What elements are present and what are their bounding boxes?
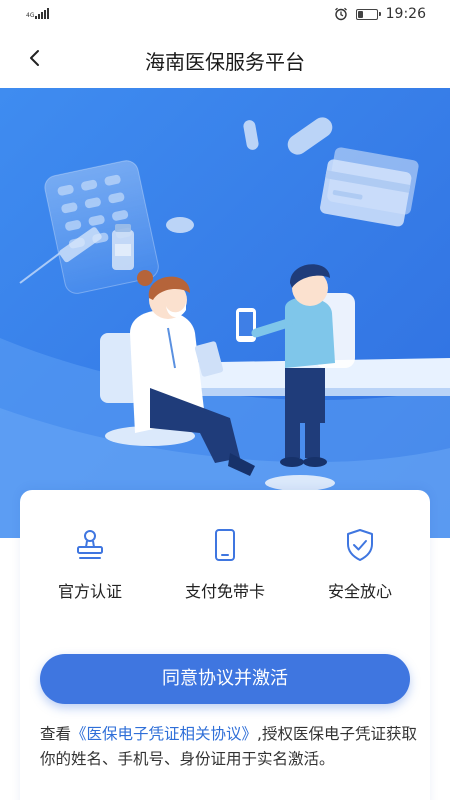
activation-card: 官方认证 支付免带卡 安全放心 同意协议并激活 查看《医保电子凭证相关协议》,授… xyxy=(20,490,430,800)
hero-illustration xyxy=(0,88,450,538)
shield-check-icon xyxy=(347,529,373,561)
agreement-notice: 查看《医保电子凭证相关协议》,授权医保电子凭证获取你的姓名、手机号、身份证用于实… xyxy=(40,722,420,772)
feature-card-free-payment: 支付免带卡 xyxy=(160,528,290,602)
signal-indicator: 4G xyxy=(26,7,50,19)
doctor-patient-illustration xyxy=(0,88,450,538)
phone-icon xyxy=(215,529,235,561)
status-right: 19:26 xyxy=(334,6,426,22)
stamp-icon xyxy=(77,530,103,559)
agreement-link[interactable]: 《医保电子凭证相关协议》 xyxy=(71,725,257,743)
battery-icon xyxy=(355,8,381,20)
feature-official-certification: 官方认证 xyxy=(25,528,155,602)
feature-label: 官方认证 xyxy=(57,582,122,601)
feature-safe-secure: 安全放心 xyxy=(295,528,425,602)
nav-bar: 海南医保服务平台 xyxy=(0,30,450,88)
alarm-icon xyxy=(334,7,347,21)
network-type: 4G xyxy=(26,12,35,19)
signal-bars-icon xyxy=(35,7,50,19)
status-bar: 4G 19:26 xyxy=(0,0,450,30)
feature-label: 安全放心 xyxy=(327,582,392,601)
status-time: 19:26 xyxy=(385,6,426,22)
battery-level xyxy=(357,10,363,18)
feature-label: 支付免带卡 xyxy=(184,582,265,601)
notice-prefix: 查看 xyxy=(40,725,72,743)
agree-activate-button[interactable]: 同意协议并激活 xyxy=(40,654,410,704)
page-title: 海南医保服务平台 xyxy=(145,50,305,74)
